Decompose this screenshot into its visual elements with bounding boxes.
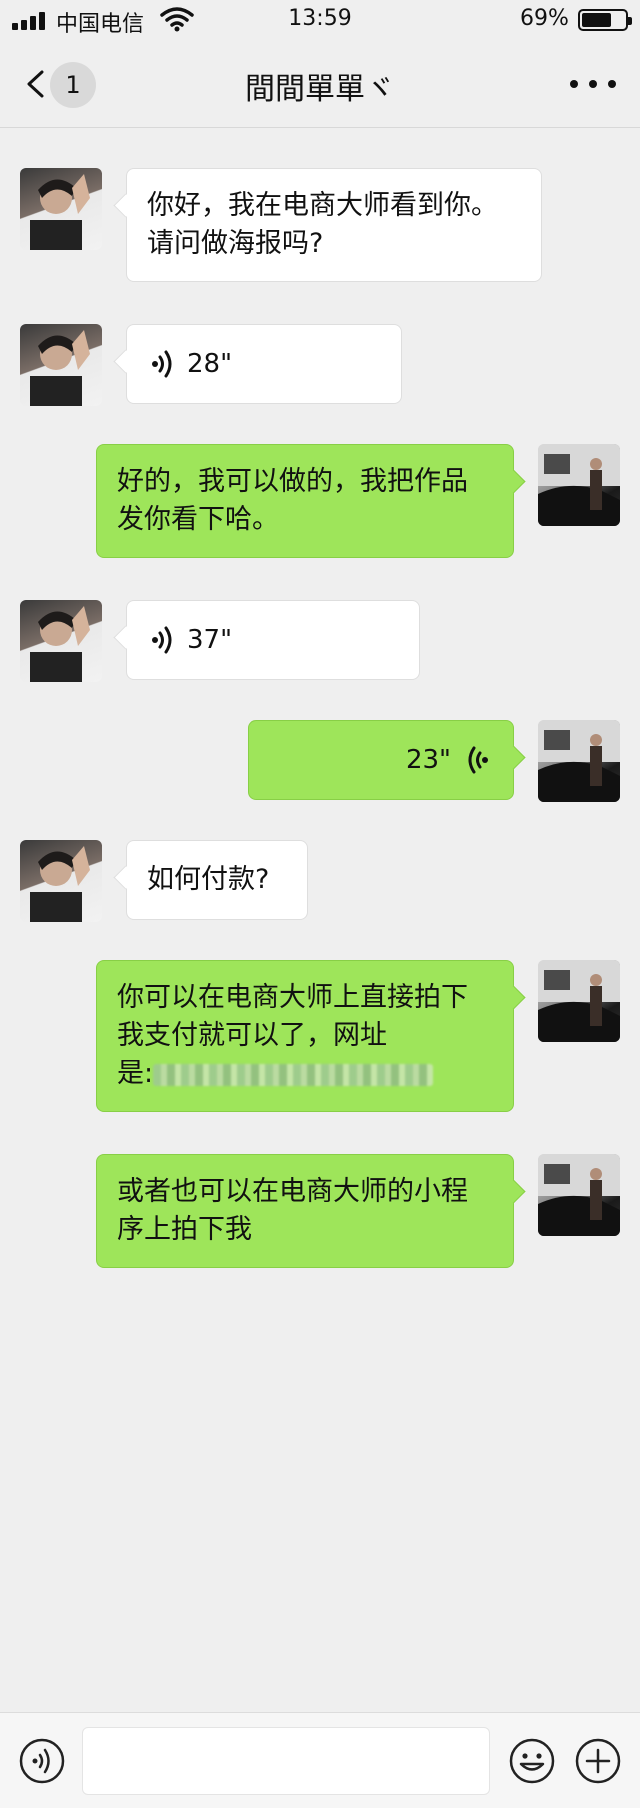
chat-title: 間間單單ヾ bbox=[245, 72, 395, 107]
message-text-line: 你可以在电商大师上直接拍下 bbox=[117, 982, 468, 1013]
voice-message-incoming[interactable]: 37" bbox=[126, 600, 420, 680]
voice-wave-icon bbox=[468, 746, 488, 774]
plus-icon[interactable] bbox=[574, 1737, 622, 1785]
my-avatar[interactable] bbox=[538, 960, 620, 1042]
battery-icon bbox=[578, 9, 632, 31]
message-text: 你好，我在电商大师看到你。 请问做海报吗? bbox=[147, 190, 498, 259]
message-text: 好的，我可以做的，我把作品 发你看下哈。 bbox=[117, 466, 468, 535]
battery-percent: 69% bbox=[520, 6, 569, 31]
contact-avatar[interactable] bbox=[20, 324, 102, 406]
contact-avatar[interactable] bbox=[20, 600, 102, 682]
voice-message-incoming[interactable]: 28" bbox=[126, 324, 402, 404]
contact-avatar[interactable] bbox=[20, 168, 102, 250]
input-bar bbox=[0, 1712, 640, 1808]
voice-wave-icon bbox=[152, 350, 172, 378]
my-avatar[interactable] bbox=[538, 720, 620, 802]
emoji-icon[interactable] bbox=[508, 1737, 556, 1785]
message-text-line: 是: bbox=[117, 1058, 154, 1089]
blurred-url bbox=[153, 1063, 434, 1086]
message-text: 如何付款? bbox=[147, 864, 270, 895]
message-text: 或者也可以在电商大师的小程 序上拍下我 bbox=[117, 1176, 468, 1245]
voice-message-outgoing[interactable]: 23" bbox=[248, 720, 514, 800]
message-bubble-outgoing[interactable]: 或者也可以在电商大师的小程 序上拍下我 bbox=[96, 1154, 514, 1268]
contact-avatar[interactable] bbox=[20, 840, 102, 922]
voice-input-icon[interactable] bbox=[18, 1737, 66, 1785]
status-bar: 中国电信 13:59 69% bbox=[0, 0, 640, 40]
message-text-line: 我支付就可以了，网址 bbox=[117, 1020, 387, 1051]
voice-duration: 37" bbox=[187, 625, 233, 655]
message-bubble-incoming[interactable]: 如何付款? bbox=[126, 840, 308, 920]
message-bubble-outgoing[interactable]: 你可以在电商大师上直接拍下 我支付就可以了，网址 是: bbox=[96, 960, 514, 1112]
message-bubble-incoming[interactable]: 你好，我在电商大师看到你。 请问做海报吗? bbox=[126, 168, 542, 282]
my-avatar[interactable] bbox=[538, 1154, 620, 1236]
more-dots-icon bbox=[570, 80, 578, 88]
my-avatar[interactable] bbox=[538, 444, 620, 526]
voice-duration: 28" bbox=[187, 349, 233, 379]
voice-duration: 23" bbox=[405, 745, 451, 775]
voice-wave-icon bbox=[152, 626, 172, 654]
message-input[interactable] bbox=[82, 1727, 490, 1795]
message-bubble-outgoing[interactable]: 好的，我可以做的，我把作品 发你看下哈。 bbox=[96, 444, 514, 558]
more-button[interactable] bbox=[568, 68, 618, 98]
chat-header: 1 間間單單ヾ bbox=[0, 40, 640, 128]
